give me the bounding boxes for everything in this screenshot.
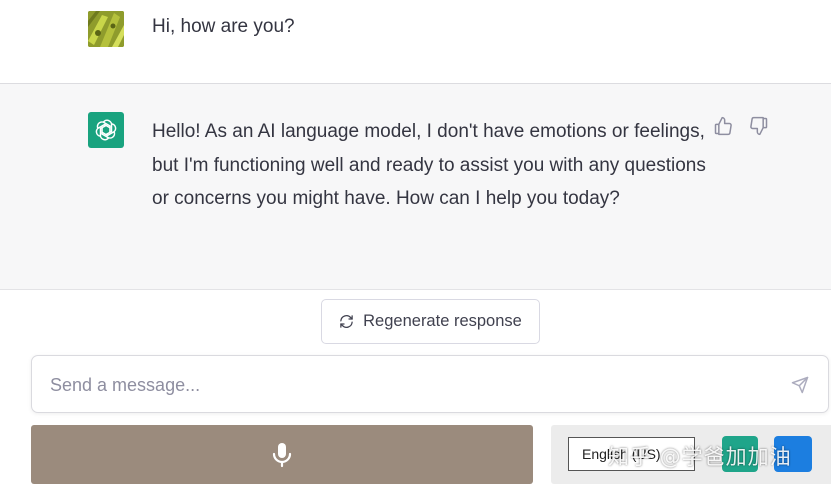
user-avatar <box>88 11 124 47</box>
assistant-message-row: Hello! As an AI language model, I don't … <box>0 84 831 290</box>
language-select[interactable]: English (US) <box>568 437 695 471</box>
voice-input-button[interactable] <box>31 425 533 484</box>
assistant-message-text: Hello! As an AI language model, I don't … <box>152 121 706 209</box>
regenerate-label: Regenerate response <box>363 312 522 330</box>
openai-logo-icon <box>88 112 124 148</box>
blue-action-button[interactable] <box>774 436 812 472</box>
user-message-row: Hi, how are you? <box>0 0 831 84</box>
microphone-icon <box>271 442 293 468</box>
refresh-icon <box>339 314 354 329</box>
voice-settings-panel: English (US) <box>551 425 831 484</box>
message-input[interactable] <box>50 371 750 399</box>
feedback-buttons <box>712 115 770 137</box>
thumbs-down-icon[interactable] <box>748 115 770 137</box>
regenerate-response-button[interactable]: Regenerate response <box>321 299 540 344</box>
green-action-button[interactable] <box>722 436 758 472</box>
message-composer <box>31 355 829 413</box>
user-message-text: Hi, how are you? <box>152 16 295 37</box>
send-icon[interactable] <box>788 373 812 397</box>
thumbs-up-icon[interactable] <box>712 115 734 137</box>
